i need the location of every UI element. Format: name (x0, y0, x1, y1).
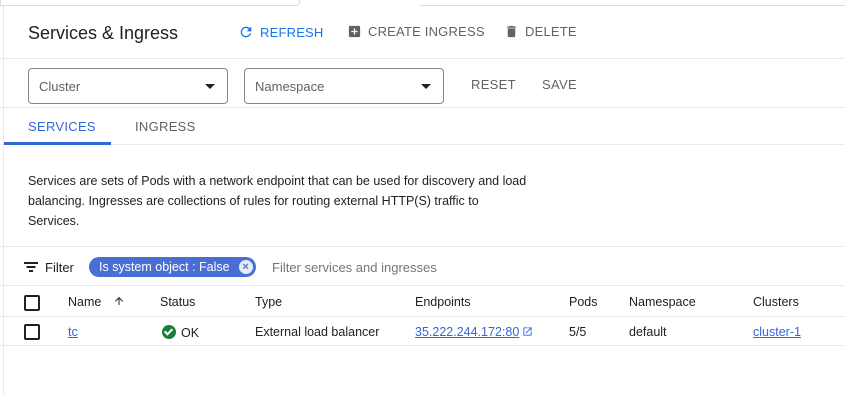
filter-icon[interactable] (24, 261, 38, 273)
active-tab-indicator (4, 142, 111, 145)
delete-label: DELETE (525, 24, 577, 39)
refresh-button[interactable]: REFRESH (238, 24, 324, 40)
status-text: OK (181, 326, 200, 340)
add-box-icon (348, 25, 361, 38)
service-name-link[interactable]: tc (68, 325, 78, 339)
refresh-icon (240, 26, 252, 38)
column-header-status: Status (160, 295, 196, 309)
page-header: Services & Ingress REFRESH CREATE INGRES… (0, 6, 845, 58)
table-row: tc OK External load balancer 35.222.244.… (0, 317, 845, 346)
check-circle-icon (162, 325, 176, 339)
status-cell: OK (162, 325, 199, 340)
filters-row: Cluster Namespace RESET SAVE (0, 58, 845, 108)
refresh-label: REFRESH (260, 24, 324, 40)
namespace-cell: default (629, 325, 667, 339)
trash-icon (507, 25, 516, 38)
select-all-checkbox[interactable] (24, 295, 40, 311)
services-description: Services are sets of Pods with a network… (28, 174, 527, 228)
column-header-type: Type (255, 295, 283, 309)
column-header-clusters: Clusters (753, 295, 799, 309)
open-in-new-icon[interactable] (522, 326, 533, 337)
chip-text: Is system object : False (99, 260, 230, 274)
pods-cell: 5/5 (569, 325, 587, 339)
save-button[interactable]: SAVE (542, 77, 577, 92)
close-icon[interactable]: × (238, 260, 253, 274)
tab-bar: SERVICES INGRESS (0, 109, 845, 145)
cluster-link[interactable]: cluster-1 (753, 325, 801, 339)
arrow-up-icon (114, 297, 123, 305)
page-title: Services & Ingress (28, 23, 179, 43)
column-header-namespace: Namespace (629, 295, 696, 309)
column-header-pods: Pods (569, 295, 598, 309)
chevron-down-icon (205, 84, 215, 89)
namespace-select-label: Namespace (255, 78, 325, 94)
table-header: Name Status Type Endpoints Pods Namespac… (0, 287, 845, 317)
filter-label: Filter (45, 260, 74, 275)
system-object-filter-chip[interactable]: Is system object : False × (89, 257, 256, 277)
namespace-select[interactable]: Namespace (244, 68, 444, 104)
filter-input[interactable] (272, 260, 672, 275)
endpoint-link[interactable]: 35.222.244.172:80 (415, 325, 519, 339)
cluster-select[interactable]: Cluster (28, 68, 228, 104)
create-ingress-label: CREATE INGRESS (368, 24, 485, 39)
reset-button[interactable]: RESET (471, 77, 516, 92)
column-name-label: Name (68, 295, 102, 309)
endpoint-cell: 35.222.244.172:80 (415, 325, 533, 339)
create-ingress-button[interactable]: CREATE INGRESS (347, 24, 485, 39)
tab-ingress[interactable]: INGRESS (135, 119, 196, 134)
cluster-select-label: Cluster (39, 78, 81, 94)
services-table: Name Status Type Endpoints Pods Namespac… (0, 287, 845, 346)
column-header-endpoints: Endpoints (415, 295, 471, 309)
tab-services[interactable]: SERVICES (28, 119, 96, 134)
column-header-name[interactable]: Name (68, 295, 125, 309)
row-checkbox[interactable] (24, 324, 40, 340)
type-cell: External load balancer (255, 325, 380, 339)
chevron-down-icon (421, 84, 431, 89)
filter-bar: Filter Is system object : False × (0, 246, 845, 286)
delete-button[interactable]: DELETE (504, 24, 577, 39)
